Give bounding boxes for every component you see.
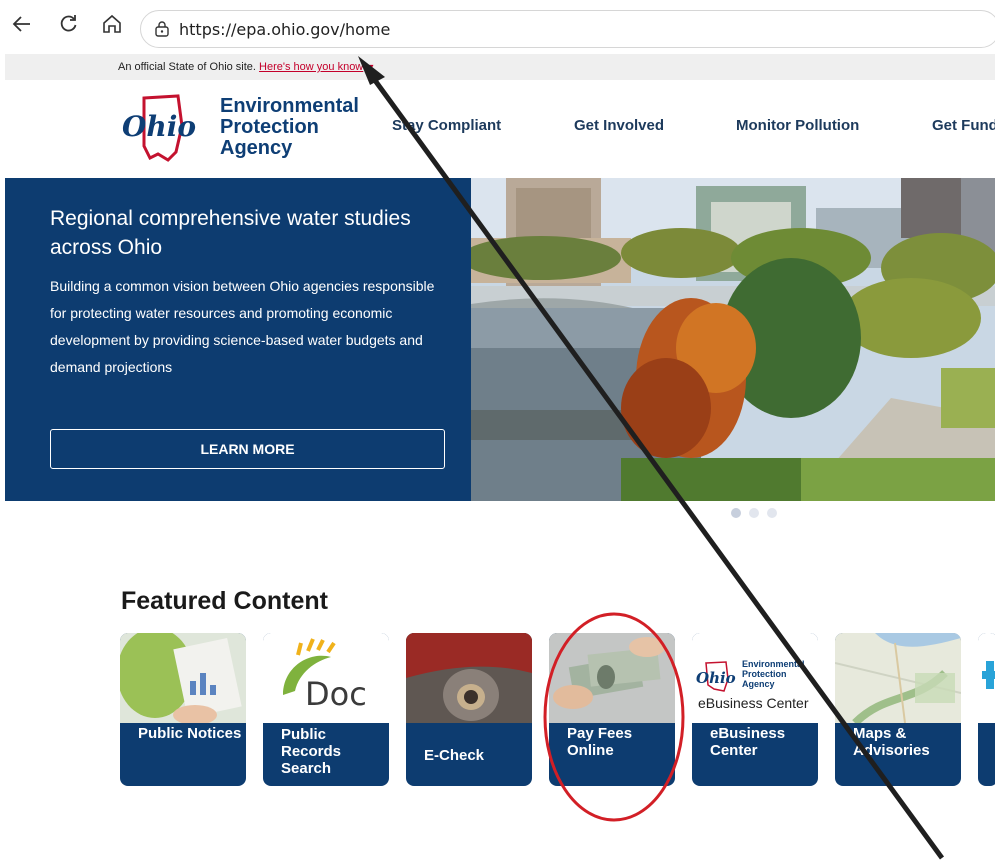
nav-stay-compliant[interactable]: Stay Compliant bbox=[392, 117, 501, 134]
gov-banner-link[interactable]: Here's how you know bbox=[259, 61, 363, 73]
back-button[interactable] bbox=[8, 10, 36, 38]
browser-toolbar: https://epa.ohio.gov/home bbox=[0, 0, 995, 54]
card-ebusiness-center[interactable]: Ohio Environmental Protection Agency eBu… bbox=[692, 633, 818, 786]
gov-banner-text: An official State of Ohio site. bbox=[118, 61, 256, 73]
card-public-records-search[interactable]: Doc Public Records Search bbox=[263, 633, 389, 786]
carousel-dots bbox=[731, 508, 777, 518]
ebusiness-logo-ohio: Ohio bbox=[696, 669, 736, 687]
ebusiness-logo-line-2: Protection bbox=[742, 669, 787, 679]
site-header: Ohio Environmental Protection Agency Sta… bbox=[5, 80, 995, 178]
card-label: Public Notices bbox=[138, 725, 242, 742]
carousel-dot-2[interactable] bbox=[749, 508, 759, 518]
chevron-down-icon[interactable]: ▼ bbox=[366, 62, 375, 72]
ebusiness-logo-line-1: Environmental bbox=[742, 659, 805, 669]
reload-button[interactable] bbox=[54, 10, 82, 38]
page-info-icon[interactable] bbox=[153, 20, 171, 38]
nav-get-involved[interactable]: Get Involved bbox=[574, 117, 664, 134]
logo-line-1: Environmental bbox=[220, 95, 359, 117]
logo-line-2: Protection bbox=[220, 116, 319, 138]
carousel-dot-1[interactable] bbox=[731, 508, 741, 518]
featured-content-heading: Featured Content bbox=[121, 587, 328, 615]
hero-title: Regional comprehensive water studies acr… bbox=[50, 207, 411, 259]
money-image bbox=[549, 633, 675, 723]
gov-banner: An official State of Ohio site. Here's h… bbox=[5, 54, 995, 80]
nav-monitor-pollution[interactable]: Monitor Pollution bbox=[736, 117, 859, 134]
carousel-dot-3[interactable] bbox=[767, 508, 777, 518]
ebusiness-logo-line-3: Agency bbox=[742, 679, 775, 689]
ebusiness-logo-image: Ohio Environmental Protection Agency eBu… bbox=[692, 633, 818, 723]
card-pay-fees-online[interactable]: Pay Fees Online bbox=[549, 633, 675, 786]
plus-icon bbox=[978, 633, 995, 723]
logo-ohio-word: Ohio bbox=[122, 110, 196, 143]
card-e-check[interactable]: E-Check bbox=[406, 633, 532, 786]
nav-get-funding[interactable]: Get Fund bbox=[932, 117, 995, 134]
public-notices-image bbox=[120, 633, 246, 723]
card-maps-advisories[interactable]: Maps & Advisories bbox=[835, 633, 961, 786]
card-label: Pay Fees Online bbox=[567, 725, 633, 759]
url-text[interactable]: https://epa.ohio.gov/home bbox=[179, 20, 390, 39]
hero-cityscape-image[interactable] bbox=[471, 178, 995, 501]
address-bar[interactable]: https://epa.ohio.gov/home bbox=[140, 10, 995, 48]
card-label: eBusiness Center bbox=[710, 725, 786, 759]
hero-carousel: Regional comprehensive water studies acr… bbox=[5, 178, 995, 501]
home-icon bbox=[103, 14, 121, 33]
map-image bbox=[835, 633, 961, 723]
learn-more-button[interactable]: LEARN MORE bbox=[50, 429, 445, 469]
reload-icon bbox=[60, 15, 77, 32]
ohio-epa-logo[interactable]: Ohio Environmental Protection Agency bbox=[116, 90, 376, 170]
hero-text-panel: Regional comprehensive water studies acr… bbox=[5, 178, 471, 501]
arrow-left-icon bbox=[12, 16, 30, 32]
home-button[interactable] bbox=[98, 10, 126, 38]
card-label: E-Check bbox=[424, 747, 485, 764]
hero-description: Building a common vision between Ohio ag… bbox=[50, 278, 435, 375]
card-public-notices[interactable]: Public Notices bbox=[120, 633, 246, 786]
card-label: Public Records Search bbox=[281, 726, 342, 777]
logo-line-3: Agency bbox=[220, 137, 293, 159]
card-label: Maps & Advisories bbox=[853, 725, 930, 759]
ohio-map-logo: Ohio bbox=[122, 94, 196, 162]
ebusiness-logo-caption: eBusiness Center bbox=[698, 695, 809, 711]
logo-wordmark: Environmental Protection Agency bbox=[220, 96, 359, 159]
card-partial-next[interactable] bbox=[978, 633, 995, 786]
edoc-logo-text: Doc bbox=[305, 675, 367, 713]
edoc-logo-image: Doc bbox=[263, 633, 389, 723]
